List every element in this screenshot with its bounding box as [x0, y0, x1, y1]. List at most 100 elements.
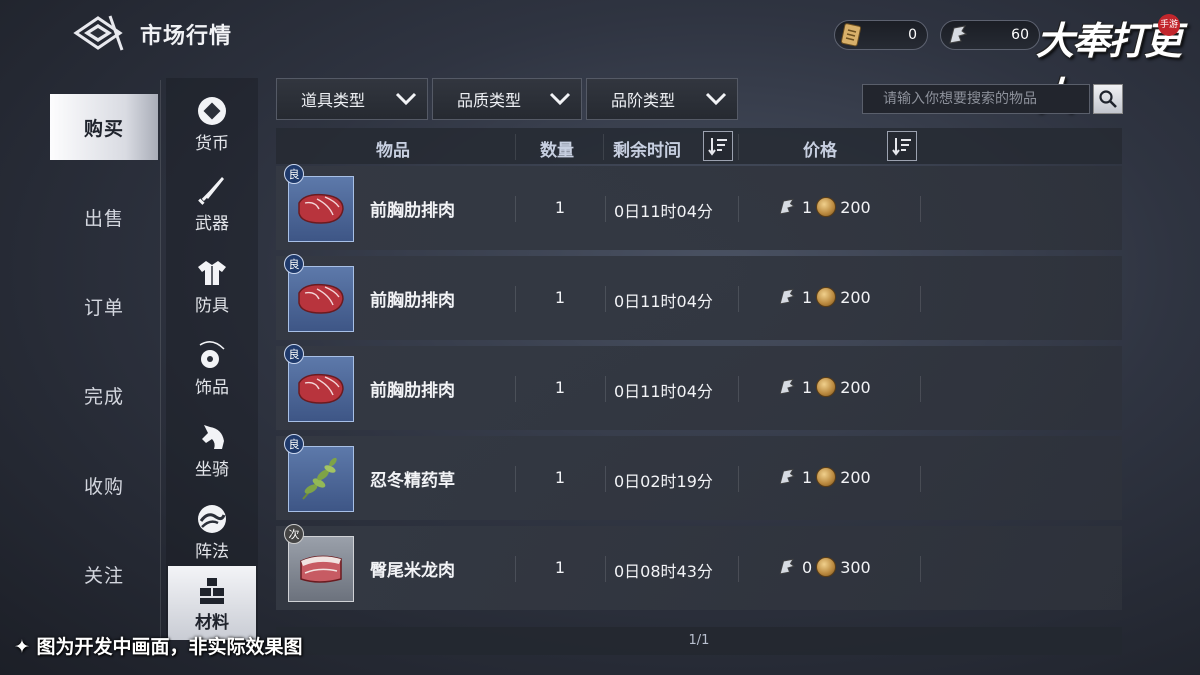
- category-weapon[interactable]: 武器: [168, 166, 256, 242]
- item-name: 前胸肋排肉: [370, 201, 455, 221]
- chevron-down-icon: [705, 92, 727, 106]
- silver-amount: 0: [802, 557, 813, 577]
- silver-amount: 1: [802, 197, 813, 217]
- search-button[interactable]: [1093, 84, 1123, 114]
- row-divider: [738, 556, 739, 582]
- item-price: 0 300: [776, 556, 875, 578]
- nav-buy[interactable]: 购买: [50, 94, 158, 160]
- page-indicator: 1/1: [688, 633, 710, 648]
- nav-label: 完成: [83, 385, 124, 408]
- header-item: 物品: [376, 141, 410, 161]
- copper-amount: 200: [840, 197, 871, 217]
- item-time: 0日11时04分: [614, 382, 713, 401]
- quality-badge: 次: [284, 524, 304, 544]
- item-thumbnail: [288, 176, 354, 242]
- currency-icon: [198, 96, 226, 125]
- category-mount[interactable]: 坐骑: [168, 412, 256, 488]
- nav-orders[interactable]: 订单: [50, 273, 158, 339]
- sort-time-button[interactable]: [703, 131, 733, 161]
- copper-amount: 300: [840, 557, 871, 577]
- meat-icon: [298, 193, 344, 224]
- item-price: 1 200: [776, 376, 875, 398]
- quality-badge: 良: [284, 254, 304, 274]
- grade-type-dropdown[interactable]: 品阶类型: [586, 78, 738, 120]
- category-label: 材料: [195, 612, 229, 633]
- row-divider: [605, 196, 606, 222]
- category-armor[interactable]: 防具: [168, 248, 256, 324]
- table-row[interactable]: 次 臀尾米龙肉 1 0日08时43分 0 300: [276, 524, 1122, 610]
- search-icon: [1099, 90, 1117, 108]
- copper-amount: 200: [840, 467, 871, 487]
- item-qty: 1: [554, 288, 566, 307]
- currency-ticket[interactable]: 0: [834, 20, 928, 50]
- silver-icon: [779, 468, 795, 485]
- ticket-count: 0: [908, 27, 917, 43]
- table-row[interactable]: 良 前胸肋排肉 1 0日11时04分 1 200: [276, 254, 1122, 340]
- silver-icon: [779, 558, 795, 575]
- currency-silver[interactable]: 60: [940, 20, 1040, 50]
- item-name: 前胸肋排肉: [370, 381, 455, 401]
- item-price: 1 200: [776, 286, 875, 308]
- silver-icon: [779, 198, 795, 215]
- table-row[interactable]: 良 前胸肋排肉 1 0日11时04分 1 200: [276, 164, 1122, 250]
- header-divider: [738, 134, 739, 160]
- nav-label: 收购: [83, 475, 124, 498]
- search-input[interactable]: [862, 84, 1090, 114]
- category-material[interactable]: 材料: [168, 566, 256, 640]
- logo-badge: 手游: [1158, 14, 1180, 36]
- nav-acquire[interactable]: 收购: [50, 452, 158, 518]
- sort-price-button[interactable]: [887, 131, 917, 161]
- meat-icon: [298, 373, 344, 404]
- copper-coin-icon: [816, 557, 837, 577]
- row-divider: [515, 466, 516, 492]
- row-divider: [605, 466, 606, 492]
- category-currency[interactable]: 货币: [168, 86, 256, 162]
- back-button[interactable]: [70, 10, 128, 56]
- silver-amount: 1: [802, 287, 813, 307]
- accessory-icon: [199, 340, 225, 368]
- quality-type-dropdown[interactable]: 品质类型: [432, 78, 582, 120]
- silver-icon: [779, 288, 795, 305]
- header-qty: 数量: [540, 141, 574, 161]
- item-price: 1 200: [776, 466, 875, 488]
- table-row[interactable]: 良 前胸肋排肉 1 0日11时04分 1 200: [276, 344, 1122, 430]
- nav-divider: [160, 80, 161, 640]
- nav-complete[interactable]: 完成: [50, 362, 158, 428]
- nav-label: 出售: [83, 207, 124, 230]
- header-divider: [515, 134, 516, 160]
- row-divider: [738, 196, 739, 222]
- row-divider: [920, 466, 921, 492]
- row-divider: [605, 556, 606, 582]
- row-divider: [515, 556, 516, 582]
- silver-amount: 1: [802, 377, 813, 397]
- category-accessory[interactable]: 饰品: [168, 330, 256, 406]
- row-divider: [515, 286, 516, 312]
- item-name: 臀尾米龙肉: [370, 561, 455, 581]
- dropdown-label: 品质类型: [457, 91, 522, 110]
- copper-coin-icon: [816, 467, 837, 487]
- silver-count: 60: [1011, 27, 1029, 43]
- category-label: 饰品: [195, 377, 229, 398]
- nav-label: 关注: [83, 564, 124, 587]
- rump-meat-icon: [300, 555, 342, 583]
- item-thumbnail: [288, 356, 354, 422]
- row-divider: [605, 286, 606, 312]
- row-divider: [738, 376, 739, 402]
- category-label: 阵法: [195, 541, 229, 562]
- item-type-dropdown[interactable]: 道具类型: [276, 78, 428, 120]
- dropdown-label: 道具类型: [301, 91, 366, 110]
- row-divider: [515, 376, 516, 402]
- material-icon: [200, 577, 224, 604]
- formation-icon: [198, 504, 226, 533]
- item-price: 1 200: [776, 196, 875, 218]
- item-name: 前胸肋排肉: [370, 291, 455, 311]
- category-formation[interactable]: 阵法: [168, 494, 256, 570]
- header-time: 剩余时间: [613, 141, 681, 161]
- nav-follow[interactable]: 关注: [50, 541, 158, 607]
- nav-sell[interactable]: 出售: [50, 184, 158, 250]
- header-price: 价格: [803, 141, 837, 161]
- item-name: 忍冬精药草: [370, 471, 455, 491]
- table-row[interactable]: 良 忍冬精药草 1 0日02时19分 1 200: [276, 434, 1122, 520]
- quality-badge: 良: [284, 344, 304, 364]
- copper-amount: 200: [840, 377, 871, 397]
